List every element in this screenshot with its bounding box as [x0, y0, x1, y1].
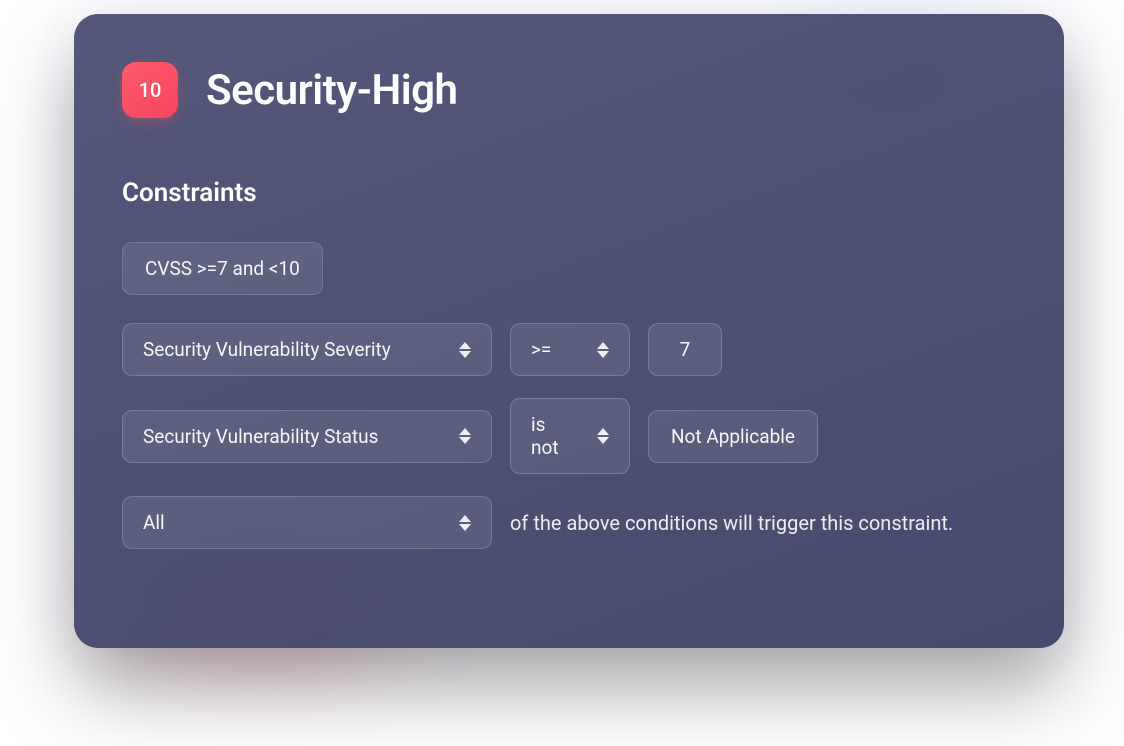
card-title: Security-High	[206, 66, 457, 115]
constraint-row: Security Vulnerability Status is not Not…	[122, 398, 1016, 474]
score-value: 10	[139, 78, 162, 102]
quantifier-select-value: All	[143, 511, 165, 534]
field-select-value: Security Vulnerability Status	[143, 425, 378, 448]
value-text: Not Applicable	[671, 425, 795, 448]
operator-select[interactable]: is not	[510, 398, 630, 474]
field-select-value: Security Vulnerability Severity	[143, 338, 391, 361]
value-input[interactable]: 7	[648, 323, 722, 376]
select-arrows-icon	[597, 342, 609, 358]
operator-select-value: >=	[531, 338, 551, 361]
score-badge: 10	[122, 62, 178, 118]
select-arrows-icon	[459, 342, 471, 358]
value-input[interactable]: Not Applicable	[648, 410, 818, 463]
quantifier-row: All of the above conditions will trigger…	[122, 496, 1016, 549]
card-header: 10 Security-High	[122, 62, 1016, 118]
select-arrows-icon	[459, 428, 471, 444]
select-arrows-icon	[459, 515, 471, 531]
constraint-card: 10 Security-High Constraints CVSS >=7 an…	[74, 14, 1064, 648]
operator-select[interactable]: >=	[510, 323, 630, 376]
field-select[interactable]: Security Vulnerability Status	[122, 410, 492, 463]
constraint-row: Security Vulnerability Severity >= 7	[122, 323, 1016, 376]
quantifier-select[interactable]: All	[122, 496, 492, 549]
value-text: 7	[680, 338, 691, 361]
summary-chip: CVSS >=7 and <10	[122, 242, 323, 295]
select-arrows-icon	[597, 428, 609, 444]
constraints-label: Constraints	[122, 178, 1016, 208]
quantifier-text: of the above conditions will trigger thi…	[510, 511, 953, 535]
operator-select-value: is not	[531, 413, 577, 459]
field-select[interactable]: Security Vulnerability Severity	[122, 323, 492, 376]
